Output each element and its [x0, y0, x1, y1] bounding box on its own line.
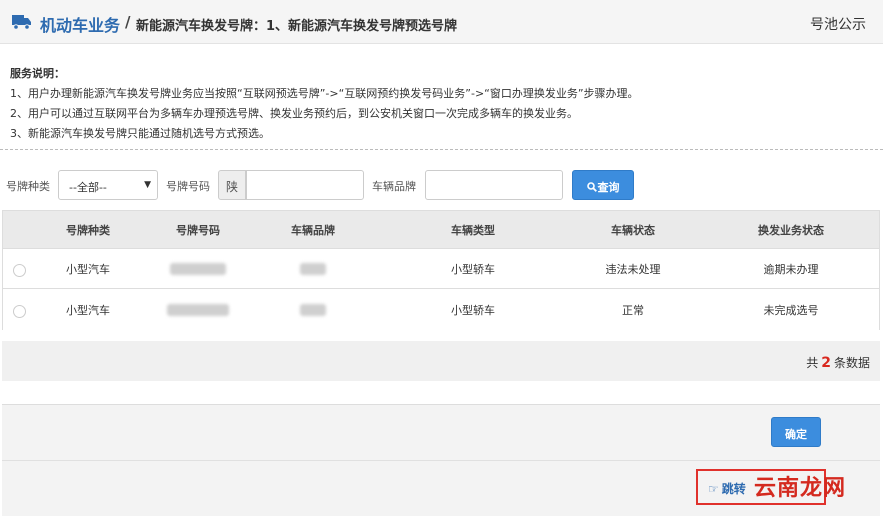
watermark-logo: 云南龙网 [754, 475, 847, 501]
service-note-line: 1、用户办理新能源汽车换发号牌业务应当按照“互联网预选号牌”->“互联网预约换发… [10, 87, 639, 100]
plate-type-cell: 小型汽车 [66, 262, 110, 276]
search-button-label: 查询 [597, 181, 620, 194]
record-count-number: 2 [821, 355, 831, 371]
confirm-button[interactable]: 确定 [771, 417, 821, 447]
brand-cell-redacted [263, 290, 363, 330]
plate-number-cell-redacted [133, 249, 263, 288]
vehicle-status-cell: 正常 [622, 304, 644, 317]
brand-label: 车辆品牌 [372, 180, 416, 193]
business-status-cell: 逾期未办理 [763, 262, 819, 276]
breadcrumb-current: 新能源汽车换发号牌：1、新能源汽车换发号牌预选号牌 [136, 19, 458, 34]
row-select-radio[interactable] [13, 305, 26, 318]
search-button[interactable]: 查询 [572, 170, 634, 200]
page-header: 机动车业务 / 新能源汽车换发号牌：1、新能源汽车换发号牌预选号牌 号池公示 [0, 0, 883, 44]
jump-link-label: 跳转 [721, 482, 746, 496]
plate-pool-link[interactable]: 号池公示 [810, 14, 866, 34]
record-count-prefix: 共 [806, 356, 819, 370]
dashed-divider [0, 149, 883, 150]
column-header: 号牌种类 [66, 223, 110, 237]
search-icon [586, 182, 597, 192]
brand-input[interactable] [425, 170, 563, 200]
table-header: 号牌种类 号牌号码 车辆品牌 车辆类型 车辆状态 换发业务状态 [3, 211, 879, 249]
column-header: 号牌号码 [176, 223, 220, 237]
plate-prefix: 陕 [218, 170, 246, 200]
column-header: 车辆类型 [451, 223, 495, 237]
vehicle-table: 号牌种类 号牌号码 车辆品牌 车辆类型 车辆状态 换发业务状态 小型汽车 小型轿… [2, 210, 880, 330]
vehicle-type-cell: 小型轿车 [451, 262, 495, 276]
plate-number-input[interactable] [246, 170, 364, 200]
business-status-cell: 未完成选号 [763, 304, 819, 317]
plate-type-value: --全部-- [69, 181, 107, 194]
truck-icon [12, 15, 31, 30]
table-row[interactable]: 小型汽车 小型轿车 违法未处理 逾期未办理 [3, 249, 879, 289]
footer-panel: 确定 ☞ 跳转 [2, 404, 880, 516]
filter-bar: 号牌种类 --全部-- ▼ 号牌号码 陕 车辆品牌 查询 [0, 170, 883, 200]
vehicle-type-cell: 小型轿车 [451, 304, 495, 317]
column-header: 换发业务状态 [758, 223, 824, 237]
plate-type-label: 号牌种类 [6, 180, 50, 193]
plate-number-label: 号牌号码 [166, 180, 210, 193]
breadcrumb-separator: / [125, 13, 131, 31]
service-note-line: 3、新能源汽车换发号牌只能通过随机选号方式预选。 [10, 127, 270, 140]
service-note-line: 2、用户可以通过互联网平台为多辆车办理预选号牌、换发业务预约后，到公安机关窗口一… [10, 107, 578, 120]
footer-divider [2, 460, 880, 461]
table-row[interactable]: 小型汽车 小型轿车 正常 未完成选号 [3, 290, 879, 330]
pointing-hand-icon: ☞ [708, 482, 719, 496]
vehicle-status-cell: 违法未处理 [605, 262, 661, 276]
caret-down-icon: ▼ [144, 180, 151, 190]
column-header: 车辆品牌 [291, 223, 335, 237]
row-select-radio[interactable] [13, 264, 26, 277]
brand-cell-redacted [263, 249, 363, 288]
page-title: 机动车业务 [40, 16, 121, 35]
record-count: 共 2 条数据 [806, 354, 870, 371]
plate-type-cell: 小型汽车 [66, 304, 110, 317]
service-notes: 服务说明： 1、用户办理新能源汽车换发号牌业务应当按照“互联网预选号牌”->“互… [10, 64, 870, 144]
pager-bar: 共 2 条数据 [2, 341, 880, 381]
record-count-suffix: 条数据 [833, 356, 870, 370]
jump-link[interactable]: ☞ 跳转 [708, 480, 746, 497]
column-header: 车辆状态 [611, 223, 655, 237]
plate-type-select[interactable]: --全部-- ▼ [58, 170, 158, 200]
service-notes-title: 服务说明： [10, 67, 65, 80]
plate-number-cell-redacted [133, 290, 263, 330]
